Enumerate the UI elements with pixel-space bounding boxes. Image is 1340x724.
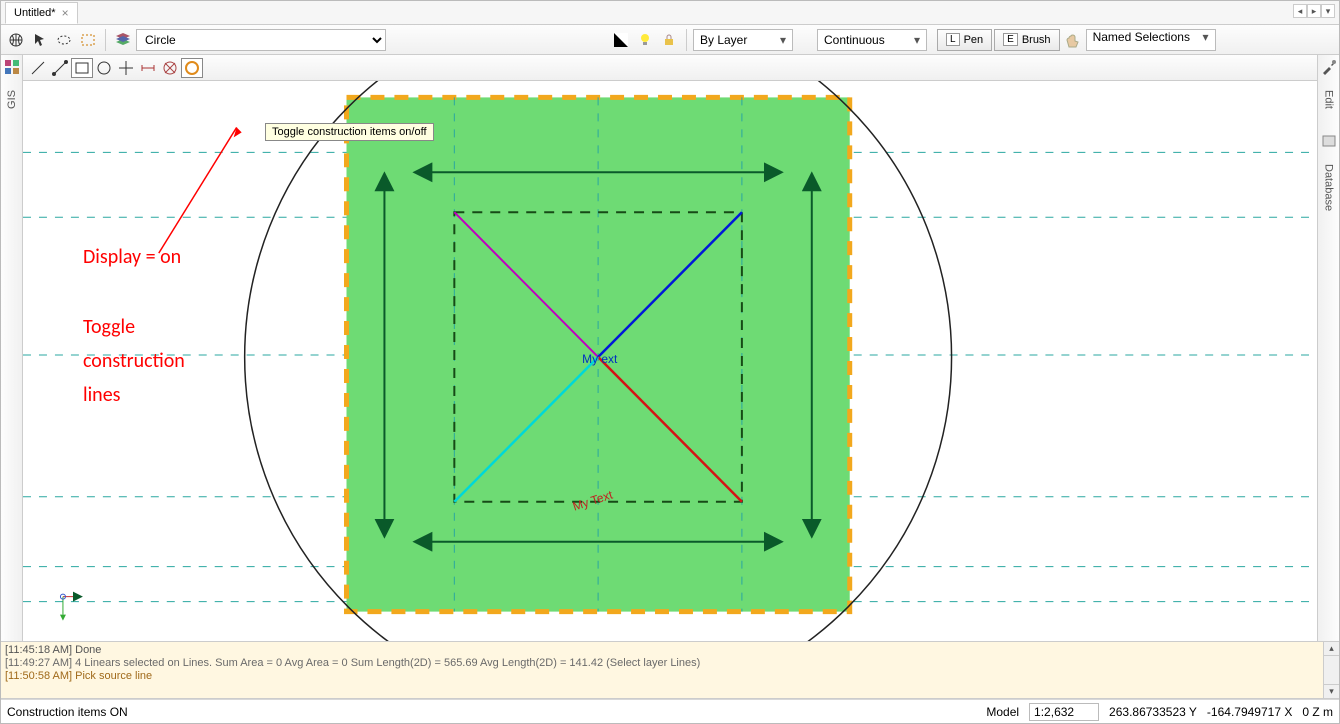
model-label: Model — [986, 705, 1019, 719]
crosshair-icon[interactable] — [115, 58, 137, 78]
layers-icon[interactable] — [112, 29, 134, 51]
log-scrollbar[interactable]: ▴ ▾ — [1323, 642, 1339, 698]
status-message: Construction items ON — [7, 705, 128, 719]
draw-toolbar — [23, 55, 1317, 81]
linestyle-select[interactable]: Continuous — [817, 29, 927, 51]
tab-menu-button[interactable]: ▾ — [1321, 4, 1335, 18]
database-panel-tab[interactable]: Database — [1323, 164, 1335, 211]
drawing-canvas[interactable]: My ext My Text Toggle construction items… — [23, 81, 1317, 641]
app-window: Untitled* × ◂ ▸ ▾ Circle By Layer Contin… — [0, 0, 1340, 724]
log-line: [11:49:27 AM] 4 Linears selected on Line… — [5, 657, 1335, 670]
scale-input[interactable] — [1029, 703, 1099, 721]
tab-title: Untitled* — [14, 7, 56, 19]
bulb-icon[interactable] — [634, 29, 656, 51]
command-log: [11:45:18 AM] Done [11:49:27 AM] 4 Linea… — [1, 641, 1339, 699]
brush-button[interactable]: EBrush — [994, 29, 1059, 51]
edit-panel-tab[interactable]: Edit — [1323, 90, 1335, 109]
document-tab[interactable]: Untitled* × — [5, 2, 78, 24]
circle-tool-icon[interactable] — [93, 58, 115, 78]
annotation-text: construction — [83, 349, 185, 373]
log-line: [11:50:58 AM] Pick source line — [5, 670, 1335, 683]
dashed-ellipse-icon[interactable] — [53, 29, 75, 51]
named-selections-select[interactable]: Named Selections — [1086, 29, 1216, 51]
close-icon[interactable]: × — [62, 6, 69, 20]
grid-icon[interactable] — [4, 59, 20, 80]
separator — [105, 29, 106, 51]
pen-button[interactable]: LPen — [937, 29, 992, 51]
layer-style-select[interactable]: By Layer — [693, 29, 793, 51]
database-icon[interactable] — [1321, 133, 1337, 154]
coord-x: -164.7949717 X — [1207, 705, 1292, 719]
tooltip-construction-toggle: Toggle construction items on/off — [265, 123, 434, 141]
toggle-construction-icon[interactable] — [181, 58, 203, 78]
tab-bar: Untitled* × ◂ ▸ ▾ — [1, 1, 1339, 25]
rectangle-tool-icon[interactable] — [71, 58, 93, 78]
lock-icon[interactable] — [658, 29, 680, 51]
main-toolbar: Circle By Layer Continuous LPen EBrush N… — [1, 25, 1339, 55]
center-column: My ext My Text Toggle construction items… — [23, 55, 1317, 641]
pointer-icon[interactable] — [29, 29, 51, 51]
canvas-text-1: My ext — [582, 352, 618, 366]
globe-icon[interactable] — [5, 29, 27, 51]
dimension-icon[interactable] — [137, 58, 159, 78]
right-sidebar: Edit Database — [1317, 55, 1339, 641]
line-node-icon[interactable] — [49, 58, 71, 78]
hand-icon[interactable] — [1062, 29, 1084, 51]
canvas-svg: My ext My Text — [23, 81, 1317, 641]
compass-target-icon[interactable] — [159, 58, 181, 78]
tab-next-button[interactable]: ▸ — [1307, 4, 1321, 18]
scroll-down-icon[interactable]: ▾ — [1324, 684, 1339, 698]
line-tool-icon[interactable] — [27, 58, 49, 78]
tools-icon[interactable] — [1321, 59, 1337, 80]
scroll-up-icon[interactable]: ▴ — [1324, 642, 1339, 656]
mid-row: GIS — [1, 55, 1339, 641]
entity-type-select[interactable]: Circle — [136, 29, 386, 51]
coord-z: 0 Z m — [1302, 705, 1333, 719]
color-swatch-1[interactable] — [610, 29, 632, 51]
status-bar: Construction items ON Model 263.86733523… — [1, 699, 1339, 723]
annotation-text: Toggle — [83, 315, 135, 339]
separator — [686, 29, 687, 51]
annotation-text: lines — [83, 383, 120, 407]
coord-y: 263.86733523 Y — [1109, 705, 1197, 719]
tab-prev-button[interactable]: ◂ — [1293, 4, 1307, 18]
dashed-rect-icon[interactable] — [77, 29, 99, 51]
left-sidebar: GIS — [1, 55, 23, 641]
gis-label[interactable]: GIS — [6, 90, 18, 109]
log-line: [11:45:18 AM] Done — [5, 644, 1335, 657]
tab-nav: ◂ ▸ ▾ — [1293, 4, 1335, 18]
annotation-text: Display = on — [83, 245, 181, 269]
